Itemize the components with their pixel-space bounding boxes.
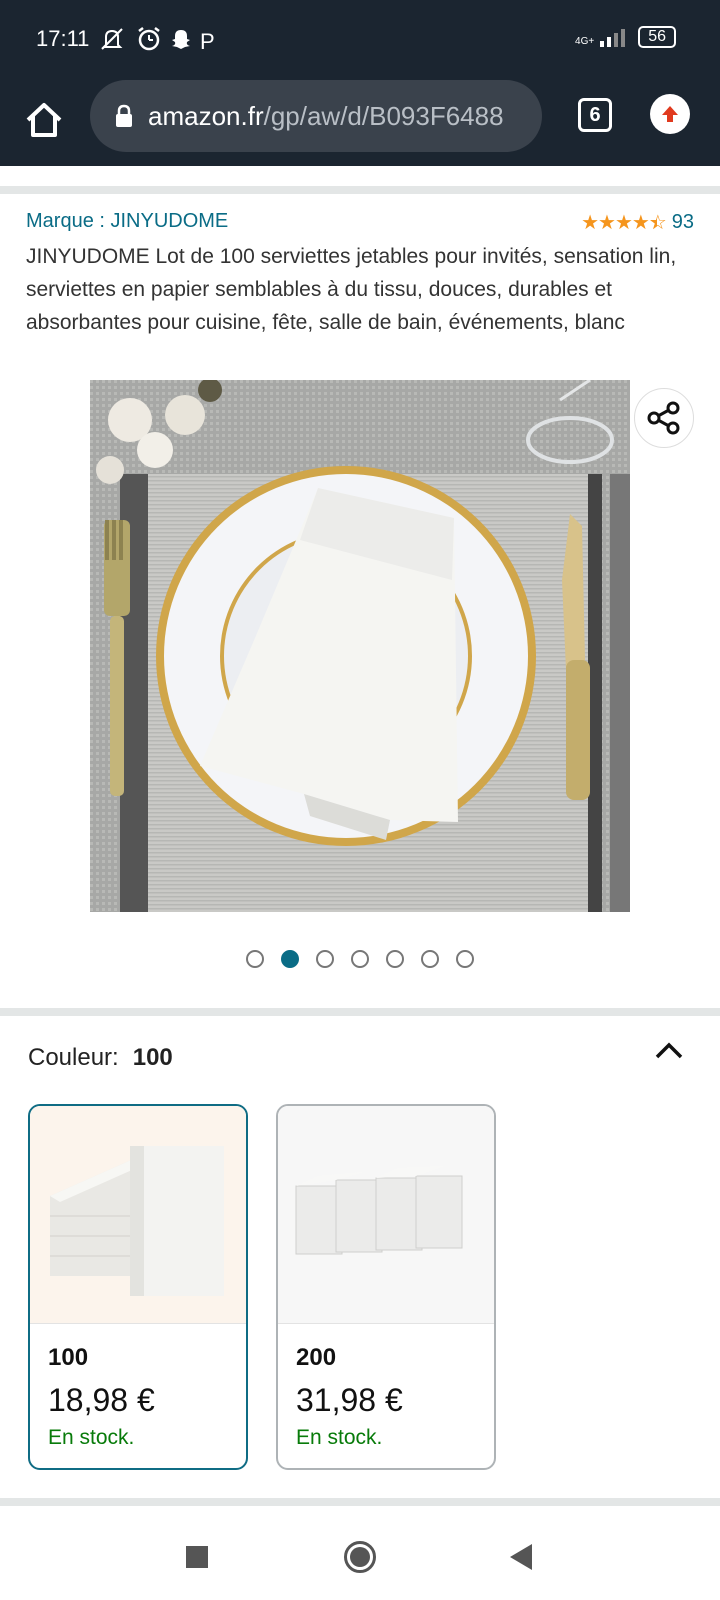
collapse-button[interactable] (654, 1040, 684, 1062)
color-label-text: Couleur: (28, 1044, 119, 1071)
upload-arrow-icon (662, 106, 678, 122)
carousel-dot-active[interactable] (281, 950, 299, 968)
color-selected-value: 100 (132, 1044, 173, 1071)
signal-icon: 4G+ (575, 27, 628, 47)
variant-card-200[interactable]: 200 31,98 € En stock. (276, 1104, 496, 1470)
carousel-dot[interactable] (246, 950, 264, 968)
brand-link[interactable]: Marque : JINYUDOME (26, 210, 228, 233)
status-icons: P (98, 26, 215, 58)
variant-name: 100 (48, 1344, 89, 1371)
variant-name: 200 (296, 1344, 337, 1371)
network-type: 4G+ (575, 36, 595, 47)
url-path: /gp/aw/d/B093F6488 (263, 100, 504, 131)
home-nav-button[interactable] (344, 1541, 376, 1573)
home-button[interactable] (22, 98, 66, 142)
upload-button[interactable] (650, 94, 690, 134)
home-icon (26, 103, 62, 137)
snapchat-icon (170, 28, 192, 56)
url-domain: amazon.fr (148, 100, 264, 131)
url-field[interactable]: amazon.fr/gp/aw/d/B093F6488 (90, 80, 542, 152)
carousel-dot[interactable] (386, 950, 404, 968)
variant-price: 18,98 € (48, 1382, 155, 1418)
share-icon (647, 401, 680, 435)
variant-stock: En stock. (48, 1426, 135, 1449)
variant-thumbnail (30, 1106, 246, 1324)
chevron-up-icon (655, 1042, 683, 1059)
rating[interactable]: ★★★★☆★ 93 (581, 210, 694, 235)
variant-stock: En stock. (296, 1426, 383, 1449)
bottom-divider (0, 1498, 720, 1506)
tabs-count-button[interactable]: 6 (578, 98, 612, 132)
image-carousel-dots (246, 950, 474, 968)
carousel-dot[interactable] (421, 950, 439, 968)
top-divider (0, 186, 720, 194)
status-bar: 17:11 P 4G+ 56 (0, 0, 720, 80)
carousel-dot[interactable] (316, 950, 334, 968)
section-divider (0, 1008, 720, 1016)
back-button[interactable] (510, 1544, 532, 1570)
variant-thumbnail (278, 1106, 494, 1324)
url-text: amazon.fr/gp/aw/d/B093F6488 (148, 101, 504, 132)
battery-indicator: 56 (638, 26, 676, 48)
rating-count: 93 (671, 211, 694, 233)
status-right: 4G+ 56 (575, 26, 676, 48)
p-indicator: P (200, 29, 215, 54)
browser-toolbar: amazon.fr/gp/aw/d/B093F6488 6 (0, 80, 720, 166)
product-title: JINYUDOME Lot de 100 serviettes jetables… (26, 245, 677, 334)
rating-stars-icon: ★★★★☆★ (581, 212, 667, 234)
share-button[interactable] (634, 388, 694, 448)
lock-icon (116, 104, 132, 127)
variant-card-100[interactable]: 100 18,98 € En stock. (28, 1104, 248, 1470)
home-circle-icon (350, 1547, 370, 1567)
recents-button[interactable] (186, 1546, 208, 1568)
carousel-dot[interactable] (456, 950, 474, 968)
status-time: 17:11 (36, 26, 90, 51)
variant-price: 31,98 € (296, 1382, 403, 1418)
color-label: Couleur: 100 (28, 1044, 173, 1072)
mute-icon (98, 27, 128, 57)
product-image[interactable] (90, 378, 630, 912)
carousel-dot[interactable] (351, 950, 369, 968)
alarm-icon (136, 26, 162, 58)
